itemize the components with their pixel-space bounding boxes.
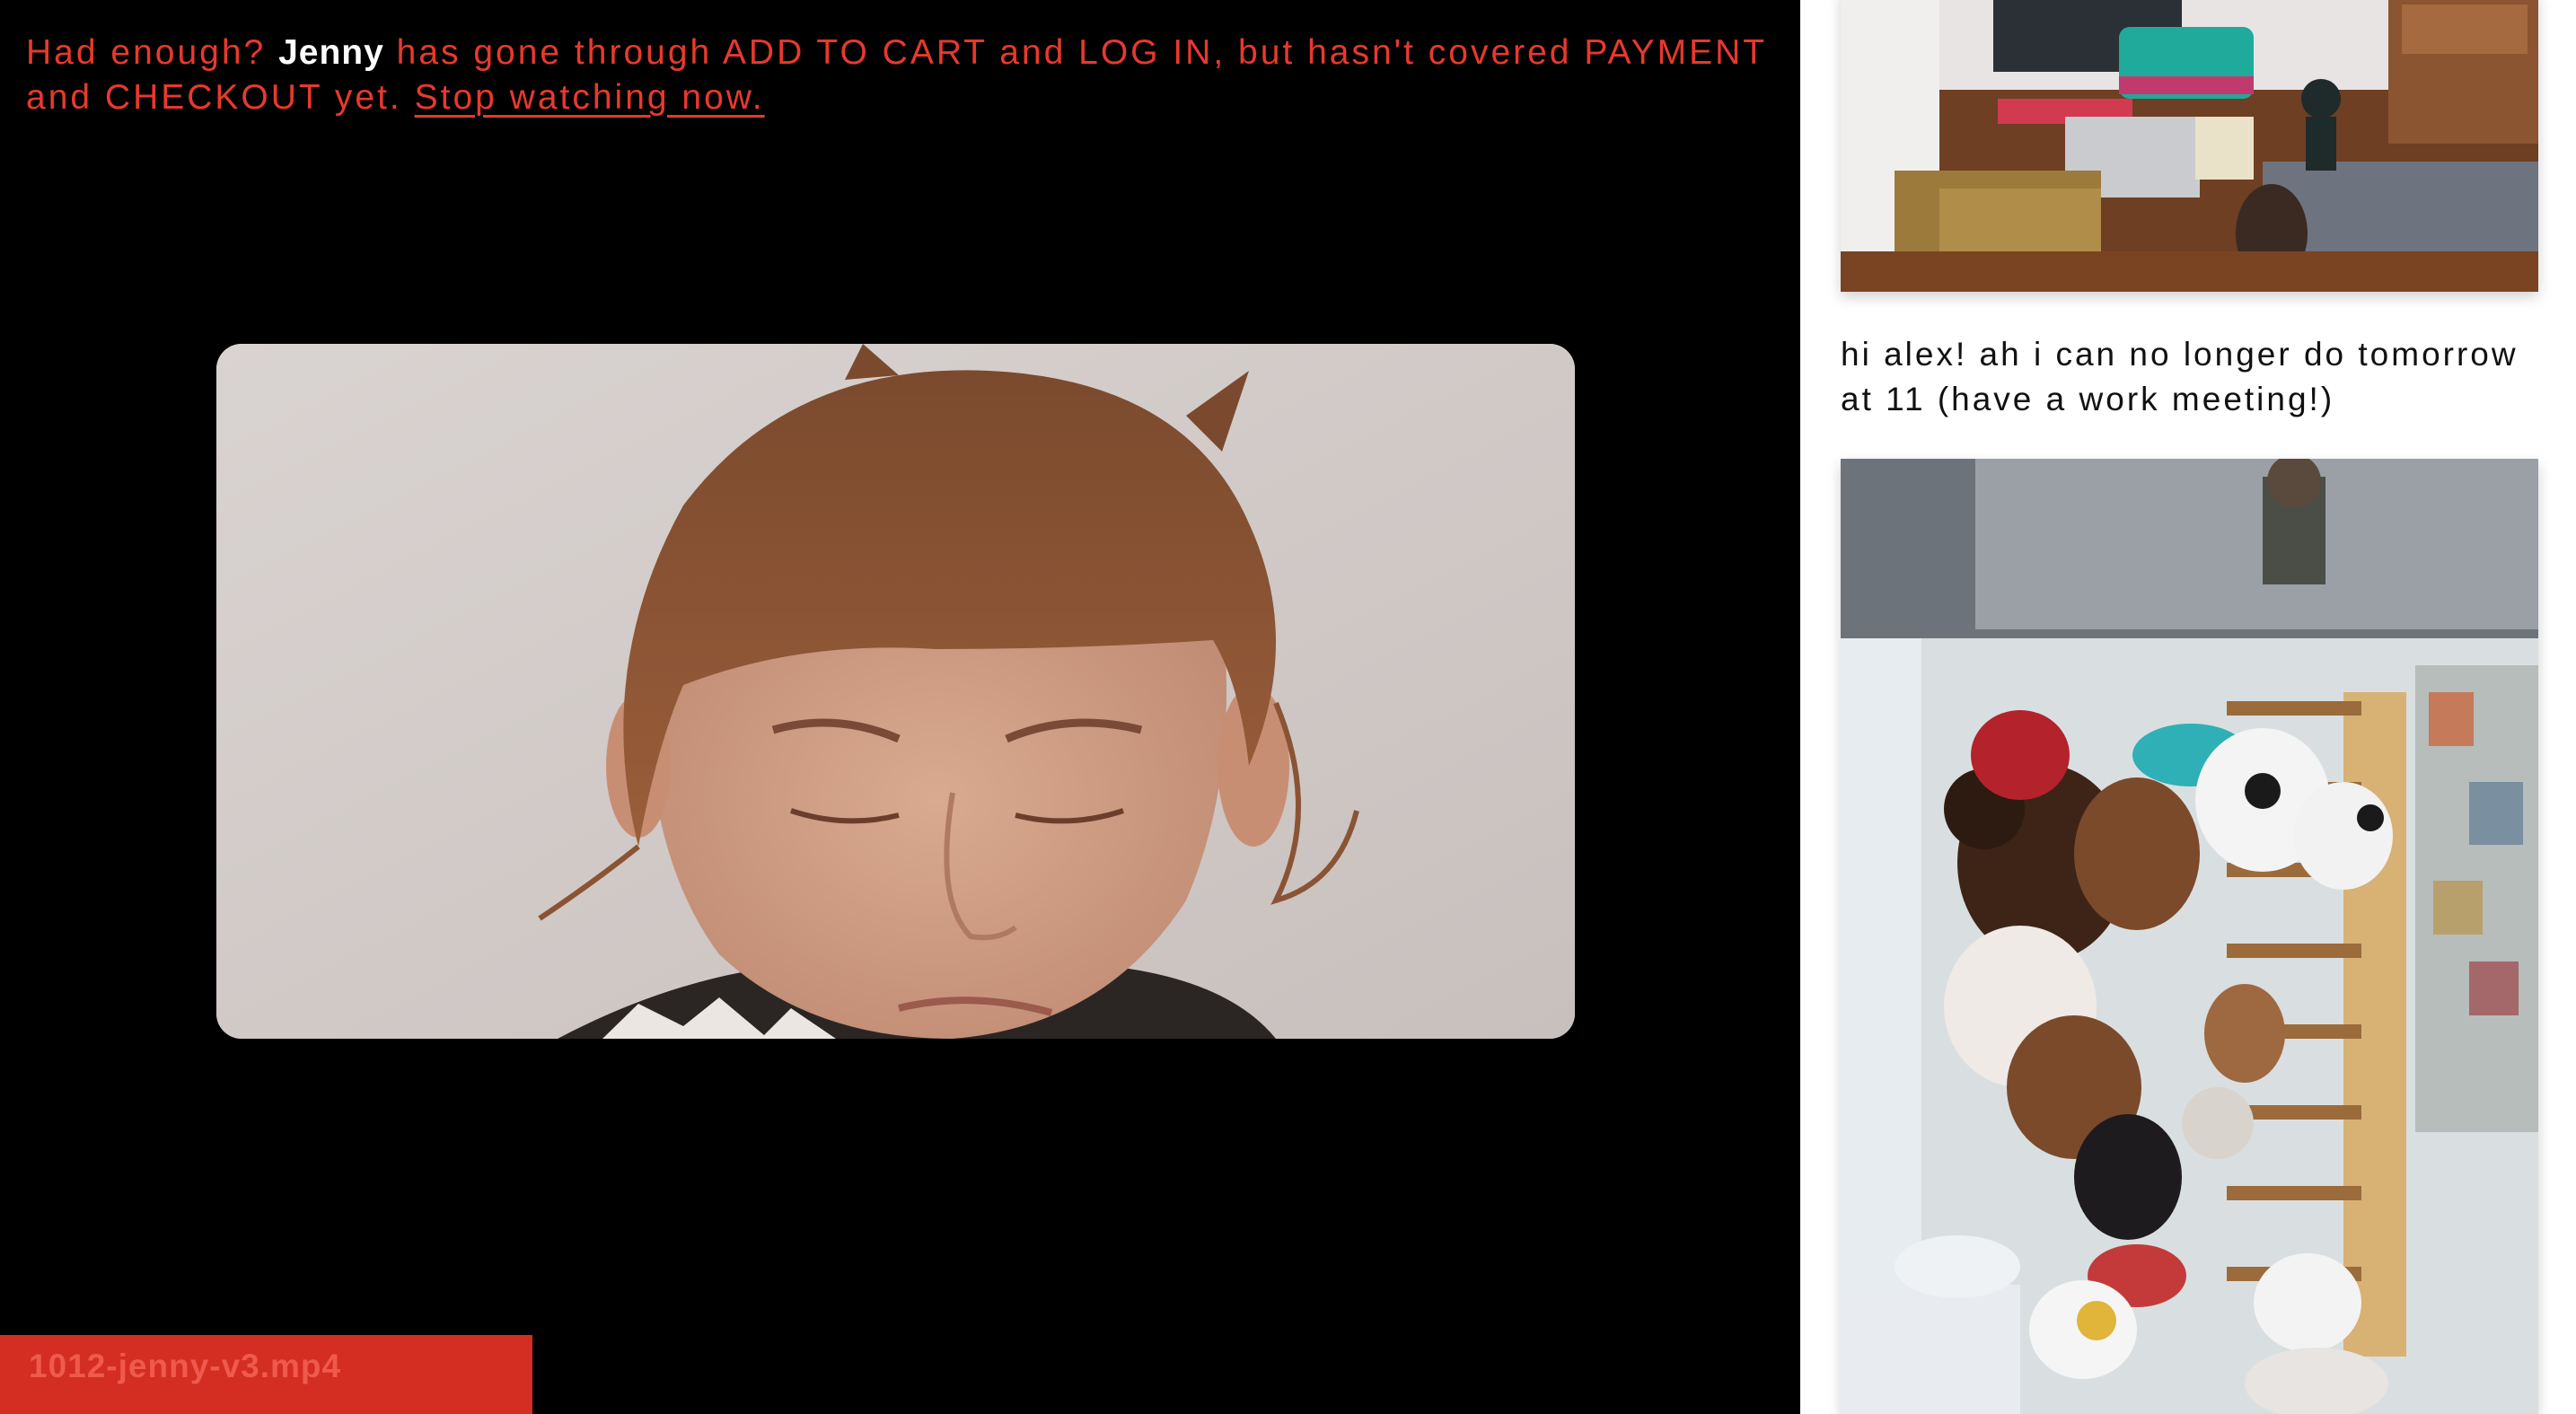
stop-watching-link[interactable]: Stop watching now.: [415, 78, 765, 117]
video-panel: Had enough? Jenny has gone through ADD T…: [0, 0, 1800, 1414]
stuffed-animals-photo-image: [1841, 459, 2538, 1414]
video-filename-label: 1012-jenny-v3.mp4: [0, 1335, 532, 1414]
progress-message: Had enough? Jenny has gone through ADD T…: [26, 31, 1786, 120]
room-photo-image: [1841, 0, 2538, 292]
message-lead: Had enough?: [26, 33, 267, 72]
stuffed-animals-photo[interactable]: [1841, 459, 2538, 1414]
participant-name: Jenny: [278, 33, 384, 72]
room-photo[interactable]: [1841, 0, 2538, 292]
feed-panel[interactable]: hi alex! ah i can no longer do tomorrow …: [1800, 0, 2576, 1414]
video-player[interactable]: [216, 344, 1575, 1039]
video-frame-image: [216, 344, 1575, 1039]
message-note: hi alex! ah i can no longer do tomorrow …: [1841, 336, 2519, 417]
